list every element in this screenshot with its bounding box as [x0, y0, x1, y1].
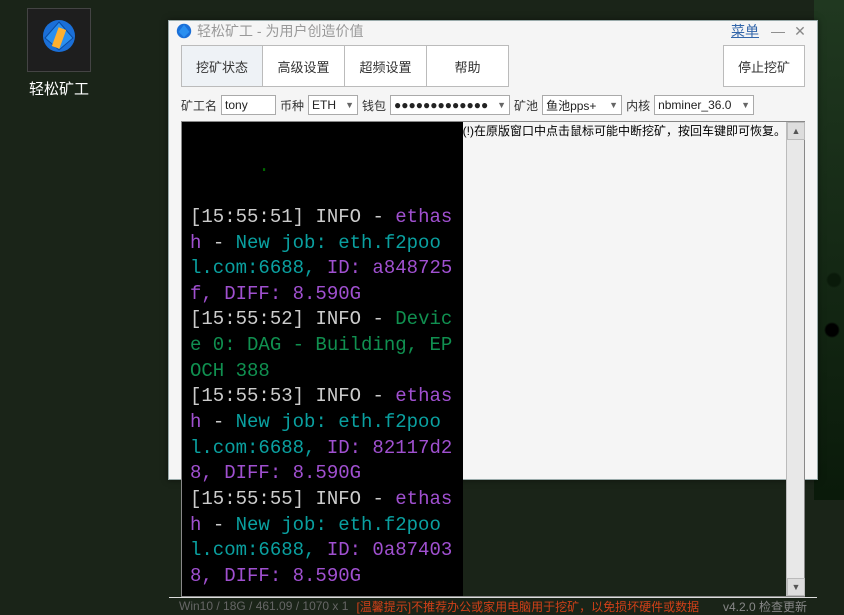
scrollbar[interactable]: ▲ ▼	[786, 122, 804, 596]
chevron-down-icon: ▼	[345, 100, 354, 110]
field-row: 矿工名 币种 ETH▼ 钱包 ●●●●●●●●●●●●●▼ 矿池 鱼池pps+▼…	[169, 95, 817, 121]
app-logo-icon	[175, 22, 193, 40]
terminal-output[interactable]: . [15:55:51] INFO - ethash - New job: et…	[182, 122, 463, 596]
chevron-down-icon: ▼	[609, 100, 618, 110]
chevron-down-icon: ▼	[741, 100, 750, 110]
log-line: [15:55:55] INFO - ethash - New job: eth.…	[190, 487, 455, 590]
tab-advanced-settings[interactable]: 高级设置	[263, 45, 345, 87]
toolbar: 挖矿状态 高级设置 超频设置 帮助 停止挖矿	[169, 41, 817, 95]
terminal-hint: (!)在原版窗口中点击鼠标可能中断挖矿，按回车键即可恢复。	[463, 122, 786, 596]
desktop-icon[interactable]: 轻松矿工	[14, 8, 104, 99]
pool-label: 矿池	[514, 97, 538, 114]
desktop-background	[814, 0, 844, 500]
titlebar: 轻松矿工 - 为用户创造价值 菜单 ― ✕	[169, 21, 817, 41]
system-info: Win10 / 18G / 461.09 / 1070 x 1	[179, 599, 348, 613]
terminal-panel: . [15:55:51] INFO - ethash - New job: et…	[181, 121, 805, 597]
wallet-label: 钱包	[362, 97, 386, 114]
kernel-select[interactable]: nbminer_36.0▼	[654, 95, 754, 115]
coin-select[interactable]: ETH▼	[308, 95, 358, 115]
desktop-icon-label: 轻松矿工	[14, 78, 104, 99]
log-line: [15:55:53] INFO - ethash - New job: eth.…	[190, 384, 455, 487]
version-check-updates[interactable]: v4.2.0 检查更新	[723, 598, 807, 615]
worker-label: 矿工名	[181, 97, 217, 114]
status-bar: Win10 / 18G / 461.09 / 1070 x 1 [温馨提示]不推…	[169, 597, 817, 615]
log-line: [15:55:52] INFO - Device 0: DAG - Buildi…	[190, 307, 455, 384]
coin-label: 币种	[280, 97, 304, 114]
tab-mining-status[interactable]: 挖矿状态	[181, 45, 263, 87]
window-title: 轻松矿工 - 为用户创造价值	[197, 21, 363, 41]
stop-mining-button[interactable]: 停止挖矿	[723, 45, 805, 87]
status-warning: [温馨提示]不推荐办公或家用电脑用于挖矿，以免损坏硬件或数据	[356, 598, 699, 615]
tab-overclock-settings[interactable]: 超频设置	[345, 45, 427, 87]
chevron-down-icon: ▼	[497, 100, 506, 110]
scroll-down-icon[interactable]: ▼	[787, 578, 805, 596]
scroll-up-icon[interactable]: ▲	[787, 122, 805, 140]
minimize-button[interactable]: ―	[767, 23, 789, 39]
close-button[interactable]: ✕	[789, 23, 811, 40]
app-icon	[27, 8, 91, 72]
kernel-label: 内核	[626, 97, 650, 114]
worker-input[interactable]	[221, 95, 276, 115]
tab-help[interactable]: 帮助	[427, 45, 509, 87]
pool-select[interactable]: 鱼池pps+▼	[542, 95, 622, 115]
menu-link[interactable]: 菜单	[731, 21, 759, 41]
app-window: 轻松矿工 - 为用户创造价值 菜单 ― ✕ 挖矿状态 高级设置 超频设置 帮助 …	[168, 20, 818, 480]
log-line: [15:55:51] INFO - ethash - New job: eth.…	[190, 205, 455, 308]
wallet-select[interactable]: ●●●●●●●●●●●●●▼	[390, 95, 510, 115]
